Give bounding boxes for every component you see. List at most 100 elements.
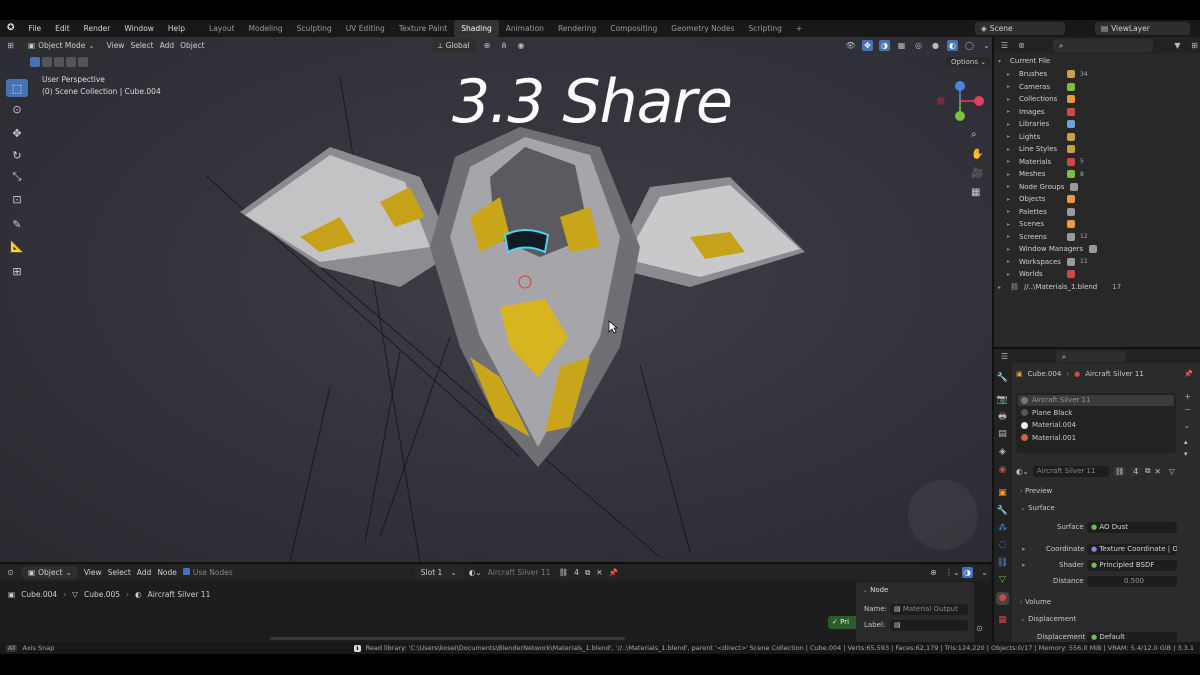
expand-icon[interactable]: ▸ <box>1007 183 1014 190</box>
outliner-item-scenes[interactable]: ▸ Scenes <box>1007 218 1075 230</box>
display-mode-icon[interactable]: ⊛ <box>1016 40 1027 51</box>
editor-type-icon[interactable]: ☰ <box>999 40 1010 51</box>
outliner-item-screens[interactable]: ▸ Screens 12 <box>1007 231 1088 243</box>
outliner-item-window-managers[interactable]: ▸ Window Managers <box>1007 243 1098 255</box>
menu-help[interactable]: Help <box>161 20 192 37</box>
outliner-item-lights[interactable]: ▸ Lights <box>1007 131 1075 143</box>
scene-tab-icon[interactable]: ◈ <box>996 446 1009 459</box>
surface-panel-header[interactable]: ⌄ Surface <box>1020 504 1055 512</box>
properties-search-input[interactable]: ⌕ <box>1056 350 1126 362</box>
expand-icon[interactable]: ▸ <box>1007 271 1014 278</box>
modifier-tab-icon[interactable]: 🔧 <box>996 505 1009 518</box>
outliner-search-input[interactable]: ⌕ <box>1053 38 1153 52</box>
menu-window[interactable]: Window <box>117 20 161 37</box>
outliner-library-row[interactable]: ▸ ⛓//..\Materials_1.blend 17 <box>998 281 1121 293</box>
outliner-item-brushes[interactable]: ▸ Brushes 34 <box>1007 68 1088 80</box>
unlink-icon[interactable]: ✕ <box>1155 467 1161 476</box>
users-count[interactable]: 4 <box>1130 466 1142 476</box>
add-slot-icon[interactable]: ＋ <box>1184 392 1191 402</box>
scene-selector[interactable]: ◈ Scene <box>975 22 1065 35</box>
slot-menu-icon[interactable]: ⌄ <box>1184 422 1190 430</box>
output-tab-icon[interactable]: 🖶 <box>996 411 1009 424</box>
ortho-grid-icon[interactable]: ▦ <box>971 187 980 198</box>
material-slot-item[interactable]: Plane Black <box>1021 409 1072 417</box>
distance-value-field[interactable]: 0.500 <box>1087 576 1177 587</box>
snapping-icon[interactable]: ⊕ <box>928 567 939 578</box>
move-slot-up-icon[interactable]: ▴ <box>1184 438 1188 446</box>
shader-type-selector[interactable]: ▣ Object ⌄ <box>22 566 78 579</box>
displacement-panel-header[interactable]: ⌄ Displacement <box>1020 615 1076 623</box>
outliner-item-line-styles[interactable]: ▸ Line Styles <box>1007 143 1075 155</box>
node-name-field[interactable]: ▤ Material Output <box>890 604 968 615</box>
expand-icon[interactable]: ▸ <box>1007 108 1014 115</box>
view-layer-tab-icon[interactable]: ▤ <box>996 428 1009 441</box>
material-slot-item[interactable]: Material.004 <box>1021 421 1076 429</box>
expand-icon[interactable]: ▸ <box>1007 171 1014 178</box>
filter-icon[interactable]: ▼ <box>1172 40 1183 51</box>
object-tab-icon[interactable]: ▣ <box>996 487 1009 500</box>
tool-tab-icon[interactable]: 🔧 <box>996 372 1009 385</box>
workspace-tab-scripting[interactable]: Scripting <box>742 20 789 37</box>
expand-icon[interactable]: ▸ <box>1007 121 1014 128</box>
workspace-tab-shading[interactable]: Shading <box>454 20 499 37</box>
outliner-item-libraries[interactable]: ▸ Libraries <box>1007 118 1075 130</box>
outliner-item-palettes[interactable]: ▸ Palettes <box>1007 206 1075 218</box>
node-material-name-field[interactable]: Aircraft Silver 11 <box>488 568 553 577</box>
expand-icon[interactable]: ▸ <box>1007 96 1014 103</box>
shader-value-field[interactable]: ● Principled BSDF <box>1087 560 1177 571</box>
coordinate-expand-icon[interactable]: ▸ <box>1022 545 1026 553</box>
pin-icon[interactable]: 📌 <box>1184 370 1193 378</box>
outliner-root[interactable]: ▾ Current File <box>998 55 1050 67</box>
workspace-tab-animation[interactable]: Animation <box>499 20 551 37</box>
material-slot-item[interactable]: Aircraft Silver 11 <box>1021 396 1091 404</box>
material-tab-icon[interactable]: ● <box>996 592 1009 605</box>
surface-value-field[interactable]: ● AO Dust <box>1087 522 1177 533</box>
chevron-down-icon[interactable]: ⌄ <box>979 567 990 578</box>
workspace-tab-rendering[interactable]: Rendering <box>551 20 603 37</box>
new-collection-icon[interactable]: ⊞ <box>1189 40 1200 51</box>
editor-type-icon[interactable]: ☰ <box>999 351 1010 362</box>
expand-icon[interactable]: ▸ <box>1007 208 1014 215</box>
node-menu-view[interactable]: View <box>84 568 102 577</box>
shader-expand-icon[interactable]: ▸ <box>1022 561 1026 569</box>
outliner-item-cameras[interactable]: ▸ Cameras <box>1007 81 1075 93</box>
constraints-tab-icon[interactable]: ⛓ <box>996 557 1009 570</box>
workspace-tab-uv-editing[interactable]: UV Editing <box>339 20 392 37</box>
add-workspace-icon[interactable]: + <box>789 20 809 37</box>
workspace-tab-modeling[interactable]: Modeling <box>242 20 290 37</box>
outliner-item-node-groups[interactable]: ▸ Node Groups <box>1007 181 1079 193</box>
node-panel-header[interactable]: ⌄ Node <box>862 586 888 594</box>
blender-logo-icon[interactable]: ✪ <box>0 20 22 37</box>
filter-icon[interactable]: ▽ <box>1169 467 1175 476</box>
expand-icon[interactable]: ▸ <box>1007 196 1014 203</box>
fake-user-icon[interactable]: ⛓ <box>559 568 569 577</box>
editor-type-icon[interactable]: ⊙ <box>5 567 16 578</box>
camera-view-icon[interactable]: 🎥 <box>971 168 983 179</box>
pan-hand-icon[interactable]: ✋ <box>971 149 983 160</box>
outliner-item-images[interactable]: ▸ Images <box>1007 106 1075 118</box>
material-name-field[interactable]: Aircraft Silver 11 <box>1032 465 1109 477</box>
snap-mode-icon[interactable]: ⋮⌄ <box>945 567 960 578</box>
expand-icon[interactable]: ▸ <box>1007 158 1014 165</box>
menu-file[interactable]: File <box>22 20 49 37</box>
duplicate-icon[interactable]: ⧉ <box>1145 466 1150 476</box>
unlink-icon[interactable]: ✕ <box>596 568 602 577</box>
expand-icon[interactable]: ▸ <box>1007 233 1014 240</box>
outliner-item-workspaces[interactable]: ▸ Workspaces 11 <box>1007 256 1088 268</box>
volume-panel-header[interactable]: › Volume <box>1020 598 1051 606</box>
physics-tab-icon[interactable]: ◌ <box>996 539 1009 552</box>
3d-viewport[interactable]: ⊞ ▣ Object Mode ⌄ View Select Add Object ⟂… <box>0 37 992 562</box>
node-menu-select[interactable]: Select <box>108 568 131 577</box>
navigation-gizmo[interactable] <box>930 77 990 127</box>
expand-icon[interactable]: ▸ <box>1007 146 1014 153</box>
expand-icon[interactable]: ▸ <box>1007 133 1014 140</box>
slot-selector[interactable]: Slot 1 ⌄ <box>414 566 463 579</box>
node-users-count[interactable]: 4 <box>574 568 579 577</box>
partial-node[interactable]: ✓ Pri <box>828 616 856 629</box>
overlays-icon[interactable]: ◑ <box>962 567 973 578</box>
menu-edit[interactable]: Edit <box>48 20 77 37</box>
workspace-tab-layout[interactable]: Layout <box>202 20 242 37</box>
material-slot-item[interactable]: Material.001 <box>1021 434 1076 442</box>
move-slot-down-icon[interactable]: ▾ <box>1184 450 1188 458</box>
remove-slot-icon[interactable]: － <box>1184 405 1191 415</box>
